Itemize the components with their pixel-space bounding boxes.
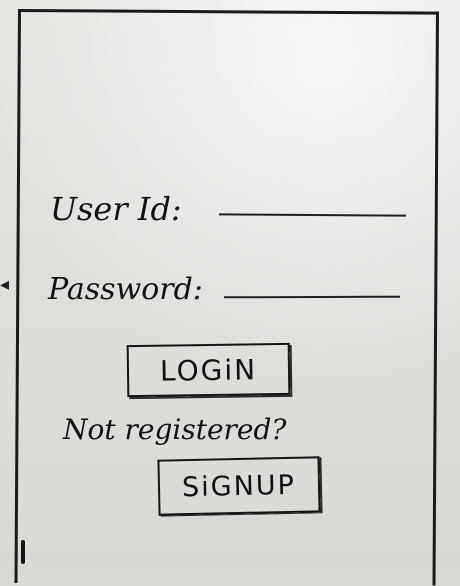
userid-label: User Id: [50,190,182,228]
password-label: Password: [48,272,203,307]
login-button[interactable]: LOGiN [126,342,291,398]
paper-sheet: ◂ User Id: Password: LOGiN Not registere… [0,0,460,586]
left-edge-mark: ◂ [0,274,10,295]
frame-bottom-mark [21,540,25,564]
signup-prompt: Not registered? [63,413,287,446]
signup-button[interactable]: SiGNUP [157,456,321,516]
